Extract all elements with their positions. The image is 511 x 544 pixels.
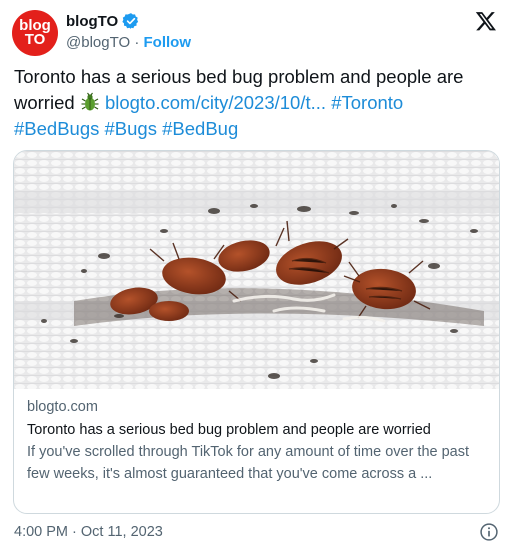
bug-emoji-icon <box>81 92 99 111</box>
avatar-text-line2: TO <box>24 31 46 48</box>
tweet-text: Toronto has a serious bed bug problem an… <box>14 64 500 142</box>
card-title[interactable]: Toronto has a serious bed bug problem an… <box>27 419 487 441</box>
hashtag-toronto[interactable]: #Toronto <box>331 92 403 113</box>
author-name[interactable]: blogTO <box>66 13 118 30</box>
handle-row: @blogTO · Follow <box>66 34 191 51</box>
hashtag-bedbug[interactable]: #BedBug <box>162 118 238 139</box>
follow-button[interactable]: Follow <box>144 34 192 51</box>
card-domain: blogto.com <box>27 399 98 415</box>
hashtag-bugs[interactable]: #Bugs <box>105 118 157 139</box>
card-description: If you've scrolled through TikTok for an… <box>27 444 470 482</box>
avatar[interactable]: blog TO <box>12 10 58 56</box>
tweet-link[interactable]: blogto.com/city/2023/10/t... <box>105 92 326 113</box>
card-info: blogto.com Toronto has a serious bed bug… <box>27 395 487 485</box>
verified-badge-icon <box>122 13 139 29</box>
author-name-row: blogTO <box>66 12 140 30</box>
hashtag-bedbugs[interactable]: #BedBugs <box>14 118 99 139</box>
link-preview-card[interactable]: blogto.com Toronto has a serious bed bug… <box>13 150 500 514</box>
x-logo-icon[interactable] <box>475 10 497 32</box>
tweet-timestamp[interactable]: 4:00 PM · Oct 11, 2023 <box>14 524 163 540</box>
handle-separator: · <box>130 34 144 51</box>
bed-bugs-photo[interactable] <box>14 151 499 389</box>
author-handle[interactable]: @blogTO <box>66 34 130 51</box>
info-icon[interactable] <box>479 522 499 542</box>
